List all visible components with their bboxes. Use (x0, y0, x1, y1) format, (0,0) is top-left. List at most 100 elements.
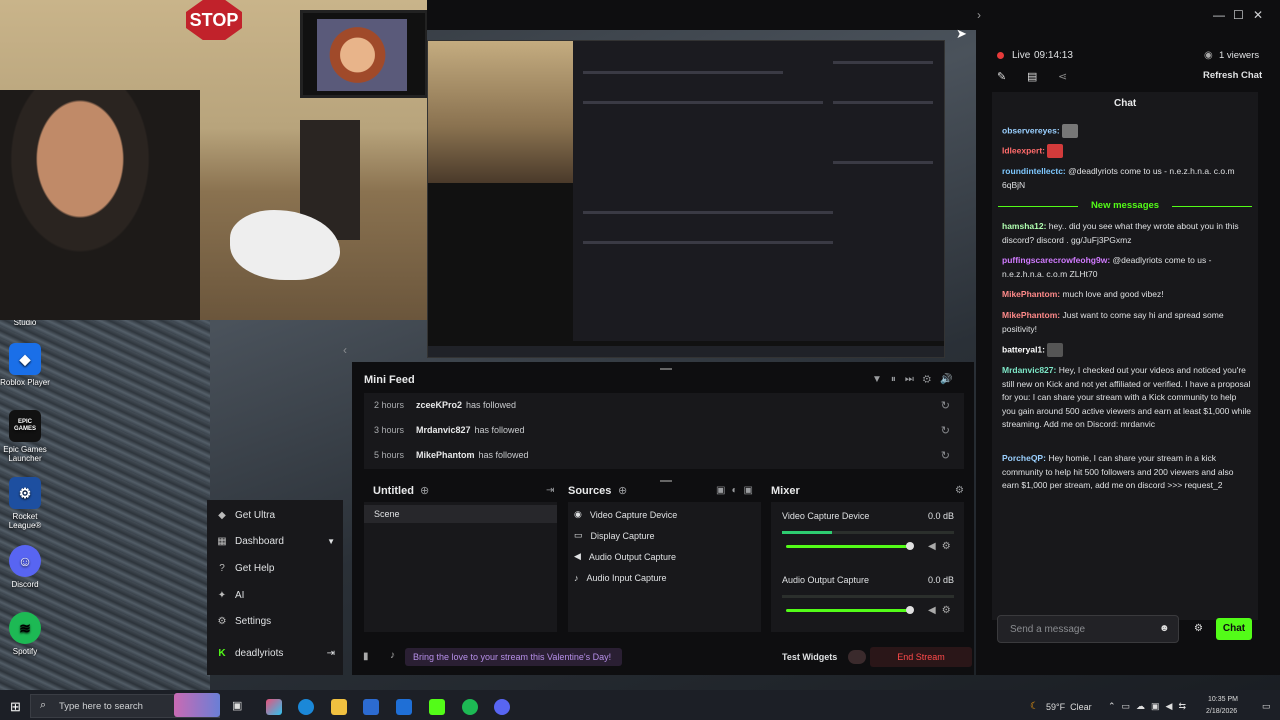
clock-time[interactable]: 10:35 PM (1208, 696, 1238, 703)
feed-name[interactable]: Mrdanvic827 (416, 425, 471, 435)
discord-taskbar-icon[interactable] (494, 699, 510, 715)
chat-message-input[interactable]: Send a message (997, 615, 1179, 643)
sidebar-user[interactable]: K deadlyriots ⇥ (217, 648, 335, 659)
replay-icon[interactable]: ↻ (941, 449, 950, 462)
source-item[interactable]: ♪ Audio Input Capture (574, 573, 667, 583)
chat-message: Idleexpert: (1002, 144, 1252, 158)
desktop-icon-rocket-league[interactable]: ⚙ Rocket League® (0, 477, 50, 530)
sidebar-item-get-ultra[interactable]: ◆ Get Ultra (217, 510, 275, 521)
slider-knob[interactable] (906, 606, 914, 614)
refresh-chat-button[interactable]: Refresh Chat (1203, 70, 1262, 81)
sidebar-item-settings[interactable]: ⚙ Settings (217, 616, 272, 627)
source-item[interactable]: ◉ Video Capture Device (574, 509, 677, 520)
resize-handle[interactable] (660, 480, 672, 482)
source-label: Audio Input Capture (586, 573, 667, 583)
collapse-sidebar-icon[interactable]: ‹ (343, 343, 347, 357)
weather-text[interactable]: 59°F Clear (1046, 702, 1092, 712)
minimize-button[interactable]: — (1213, 8, 1225, 22)
stream-preview[interactable] (427, 40, 945, 358)
promo-banner[interactable]: Bring the love to your stream this Valen… (405, 648, 622, 666)
mini-feed-toolbar[interactable]: ▼⏸⏭⚙🔊 (872, 374, 961, 385)
clock-date[interactable]: 2/18/2026 (1206, 708, 1237, 715)
mixer-channel-db: 0.0 dB (928, 575, 955, 585)
kick-studio-icon[interactable] (429, 699, 445, 715)
chat-username[interactable]: Mrdanvic827: (1002, 365, 1056, 375)
scene-item[interactable]: Scene (364, 505, 557, 523)
chat-username[interactable]: MikePhantom: (1002, 289, 1060, 299)
chat-username[interactable]: Idleexpert: (1002, 145, 1045, 155)
share-icon[interactable]: ⋖ (1058, 70, 1067, 83)
emoji-icon[interactable]: ☻ (1159, 623, 1170, 634)
scene-transition-icon[interactable]: ⇥ (546, 485, 554, 496)
chat-send-button[interactable]: Chat (1216, 618, 1252, 640)
kick-logo-icon: K (218, 648, 226, 659)
feed-action: has followed (466, 400, 517, 410)
close-button[interactable]: ✕ (1253, 8, 1263, 22)
feed-name[interactable]: MikePhantom (416, 450, 475, 460)
logout-icon[interactable]: ⇥ (327, 648, 335, 659)
speaker-icon: ◀ (574, 551, 581, 561)
nav-forward-icon[interactable]: › (977, 8, 981, 22)
outlook-icon[interactable] (396, 699, 412, 715)
edge-icon[interactable] (298, 699, 314, 715)
chat-username[interactable]: roundintellectc: (1002, 166, 1066, 176)
add-source-icon[interactable]: ⊕ (618, 484, 627, 497)
channel-controls[interactable]: ◀⚙ (928, 541, 957, 552)
replay-icon[interactable]: ↻ (941, 399, 950, 412)
clip-icon[interactable]: ▤ (1027, 70, 1037, 83)
chat-username[interactable]: MikePhantom: (1002, 310, 1060, 320)
sidebar: ◆ Get Ultra ▦ Dashboard ▼ ? Get Help ✦ A… (207, 500, 343, 675)
windows-start-icon[interactable]: ⊞ (10, 699, 21, 715)
volume-slider[interactable] (786, 542, 914, 550)
sources-toolbar[interactable]: ▣◐▣ (716, 485, 759, 496)
notifications-icon[interactable]: ▭ (1262, 701, 1271, 712)
desktop-icon-roblox[interactable]: ◆ Roblox Player (0, 343, 50, 387)
system-tray-icons[interactable]: ⌃▭☁▣◀⇆ (1108, 701, 1192, 712)
desktop-icon-epic-games[interactable]: EPIC GAMES Epic Games Launcher (0, 410, 50, 463)
volume-slider[interactable] (786, 606, 914, 614)
audio-meter (782, 595, 954, 598)
test-widgets-button[interactable]: Test Widgets (782, 652, 837, 662)
chat-settings-icon[interactable]: ⚙ (1194, 623, 1203, 634)
source-label: Video Capture Device (589, 509, 678, 520)
slider-knob[interactable] (906, 542, 914, 550)
sidebar-item-ai[interactable]: ✦ AI (217, 590, 245, 601)
chat-username[interactable]: observereyes: (1002, 125, 1060, 135)
feed-name[interactable]: zceeKPro2 (416, 400, 462, 410)
preview-taskbar (428, 346, 944, 357)
maximize-button[interactable]: ☐ (1233, 8, 1244, 22)
add-scene-icon[interactable]: ⊕ (420, 484, 429, 497)
source-item[interactable]: ▭ Display Capture (574, 530, 655, 541)
preview-webcam (428, 41, 573, 183)
streamer (0, 90, 200, 320)
mixer-settings-icon[interactable]: ⚙ (955, 485, 964, 496)
channel-controls[interactable]: ◀⚙ (928, 605, 957, 616)
desktop-icon-discord[interactable]: ☺ Discord (0, 545, 50, 589)
task-view-icon[interactable]: ▣ (232, 699, 248, 715)
tv-image (317, 19, 407, 91)
source-item[interactable]: ◀ Audio Output Capture (574, 551, 676, 562)
chat-username[interactable]: hamsha12: (1002, 221, 1046, 231)
end-stream-button[interactable]: End Stream (870, 647, 972, 667)
store-icon[interactable] (363, 699, 379, 715)
tv-screen (300, 10, 427, 98)
desktop-icon-spotify[interactable]: ≋ Spotify (0, 612, 50, 656)
edit-icon[interactable]: ✎ (997, 70, 1006, 83)
file-explorer-icon[interactable] (331, 699, 347, 715)
desktop-icon-label: Roblox Player (0, 378, 50, 387)
spotify-taskbar-icon[interactable] (462, 699, 478, 715)
sidebar-item-dashboard[interactable]: ▦ Dashboard ▼ (217, 536, 335, 547)
dashboard-icon: ▦ (217, 536, 227, 547)
notification-bell-icon[interactable]: ♪ (390, 650, 395, 661)
chat-username[interactable]: PorcheQP: (1002, 453, 1046, 463)
sidebar-item-label: AI (235, 590, 245, 601)
replay-icon[interactable]: ↻ (941, 424, 950, 437)
chat-username[interactable]: batteryal1: (1002, 344, 1045, 354)
stats-icon[interactable]: ▮ (363, 651, 369, 662)
monitor-icon: ▭ (574, 530, 583, 540)
copilot-icon[interactable] (266, 699, 282, 715)
chat-username[interactable]: puffingscarecrowfeohg9w: (1002, 255, 1110, 265)
record-toggle[interactable] (848, 650, 866, 664)
sidebar-item-get-help[interactable]: ? Get Help (217, 563, 274, 574)
resize-handle[interactable] (660, 368, 672, 370)
